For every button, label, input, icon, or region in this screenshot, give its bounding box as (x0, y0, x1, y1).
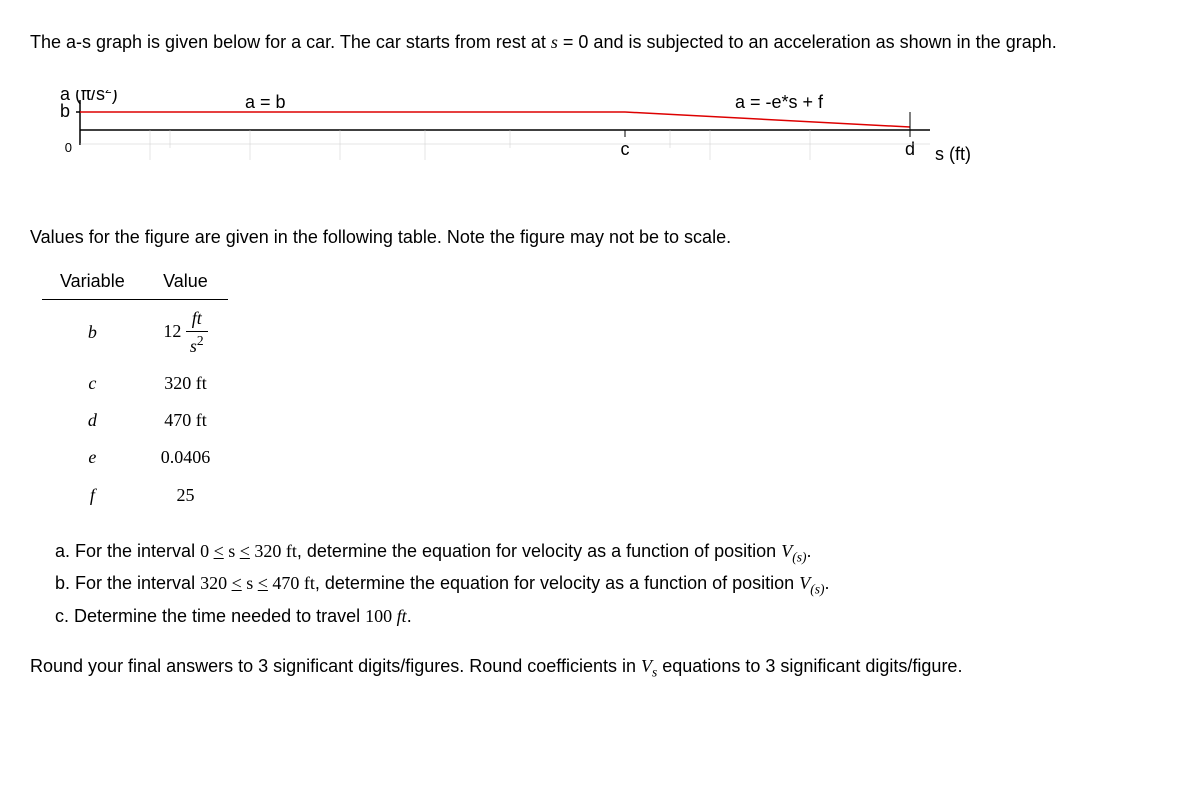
table-row: d 470 ft (42, 402, 228, 439)
x-tick-c: c (621, 139, 630, 159)
table-row: b 12 fts2 (42, 299, 228, 365)
y-tick-b: b (60, 101, 70, 121)
th-value: Value (143, 265, 229, 299)
origin-label: 0 (65, 140, 72, 155)
as-graph: b a (ft/s2) 0 a = b a = -e*s + f c d s (… (30, 90, 1170, 190)
eq2-label: a = -e*s + f (735, 92, 824, 112)
question-b: b. For the interval 320 < s < 470 ft, de… (55, 571, 1170, 599)
table-row: f 25 (42, 477, 228, 514)
rounding-note: Round your final answers to 3 significan… (30, 654, 1170, 682)
x-axis-label: s (ft) (935, 144, 971, 164)
variable-table: Variable Value b 12 fts2 c 320 ft d 470 … (30, 265, 1170, 513)
question-a: a. For the interval 0 < s < 320 ft, dete… (55, 539, 1170, 567)
y-axis-label: a (ft/s2) (60, 90, 118, 104)
table-row: c 320 ft (42, 365, 228, 402)
th-variable: Variable (42, 265, 143, 299)
x-tick-d: d (905, 139, 915, 159)
eq1-label: a = b (245, 92, 286, 112)
problem-intro: The a-s graph is given below for a car. … (30, 30, 1170, 55)
table-row: e 0.0406 (42, 439, 228, 476)
figure-note: Values for the figure are given in the f… (30, 225, 1170, 250)
question-c: c. Determine the time needed to travel 1… (55, 604, 1170, 629)
questions-block: a. For the interval 0 < s < 320 ft, dete… (55, 539, 1170, 629)
